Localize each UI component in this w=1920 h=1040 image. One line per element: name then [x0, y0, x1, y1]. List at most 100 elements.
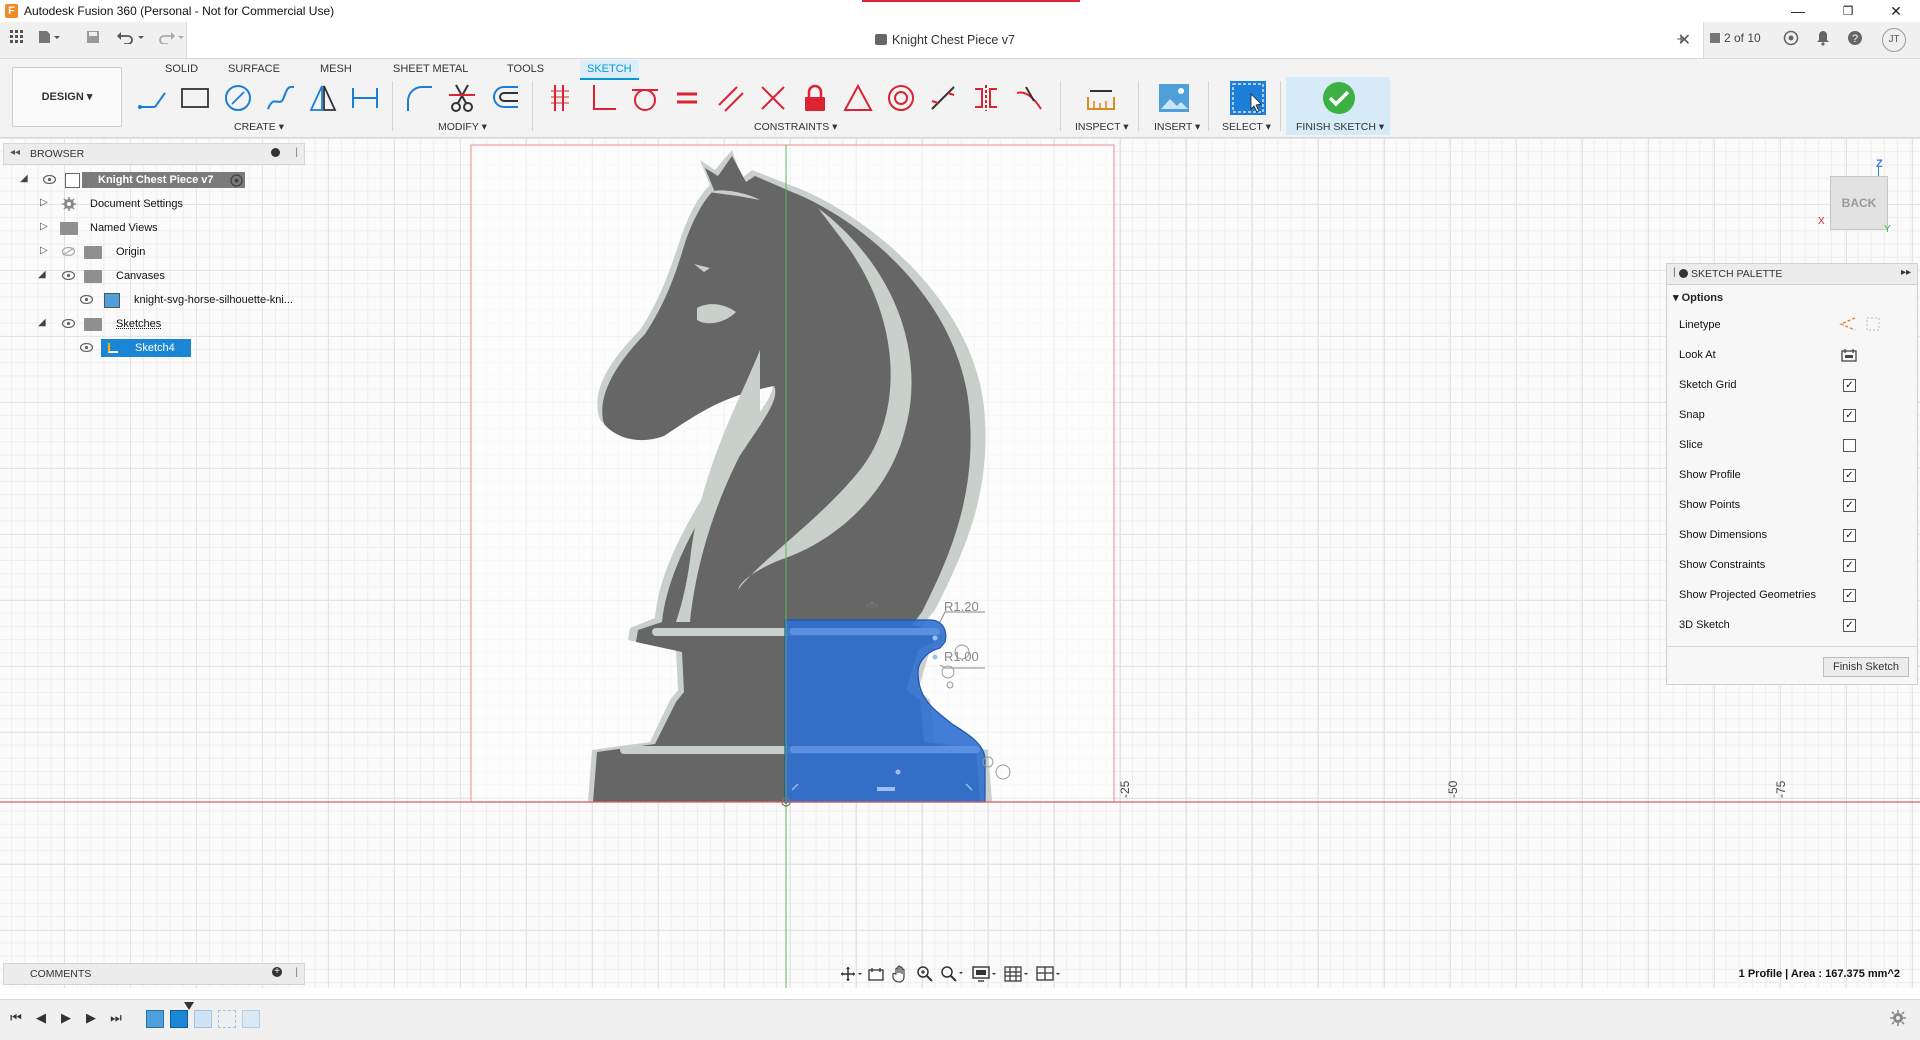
grid-settings-icon[interactable]	[1004, 965, 1032, 983]
construction-linetype-icon[interactable]	[1839, 316, 1857, 332]
tree-item-sketch4[interactable]: Sketch4	[18, 338, 308, 358]
insert-image-icon[interactable]	[1157, 81, 1191, 115]
rectangle-tool-icon[interactable]	[178, 81, 212, 115]
tab-tools[interactable]: TOOLS	[500, 60, 551, 78]
concentric-constraint-icon[interactable]	[884, 81, 918, 115]
step-back-icon[interactable]: ◀	[33, 1010, 49, 1026]
look-at-icon[interactable]	[1841, 347, 1857, 363]
tree-item-origin[interactable]: ▷ Origin	[18, 242, 308, 262]
tab-solid[interactable]: SOLID	[158, 60, 205, 78]
browser-root-node[interactable]: ◢ Knight Chest Piece v7	[18, 170, 308, 190]
timeline-marker-icon[interactable]	[184, 1002, 194, 1010]
curvature-constraint-icon[interactable]	[1012, 81, 1046, 115]
pan-hand-icon[interactable]	[892, 965, 908, 983]
perpendicular-lines-icon[interactable]	[756, 81, 790, 115]
timeline-settings-gear-icon[interactable]	[1890, 1010, 1906, 1026]
visibility-eye-icon[interactable]	[80, 343, 93, 352]
timeline-feature-icon[interactable]	[218, 1010, 236, 1028]
fillet-tool-icon[interactable]	[402, 81, 436, 115]
mirror-tool-icon[interactable]	[306, 81, 340, 115]
dimension-label-r100[interactable]: R1.00	[944, 649, 979, 664]
hidden-eye-icon[interactable]	[62, 247, 75, 256]
circle-tool-icon[interactable]	[221, 81, 255, 115]
show-profile-checkbox[interactable]: ✓	[1843, 469, 1856, 482]
snap-checkbox[interactable]: ✓	[1843, 409, 1856, 422]
palette-options-icon[interactable]	[1679, 269, 1688, 278]
create-menu[interactable]: CREATE ▾	[234, 121, 284, 133]
expand-triangle-icon[interactable]: ▷	[40, 221, 52, 235]
symmetry-constraint-icon[interactable]	[969, 81, 1003, 115]
show-constraints-checkbox[interactable]: ✓	[1843, 559, 1856, 572]
play-icon[interactable]: ▶	[58, 1010, 74, 1026]
go-to-start-icon[interactable]: ⏮	[8, 1010, 24, 1026]
visibility-eye-icon[interactable]	[43, 175, 56, 184]
constraints-menu[interactable]: CONSTRAINTS ▾	[754, 121, 837, 133]
timeline-feature-icon[interactable]	[194, 1010, 212, 1028]
sketch-palette-header[interactable]: | SKETCH PALETTE ▸▸	[1667, 264, 1917, 285]
undo-icon[interactable]	[116, 30, 144, 50]
panel-resize-icon[interactable]: |	[295, 967, 298, 978]
redo-icon[interactable]	[158, 30, 184, 50]
visibility-eye-icon[interactable]	[80, 295, 93, 304]
add-comment-icon[interactable]: +	[272, 967, 282, 977]
modify-menu[interactable]: MODIFY ▾	[438, 121, 487, 133]
minimize-button[interactable]: —	[1786, 2, 1810, 20]
maximize-button[interactable]: ❐	[1836, 2, 1860, 20]
slice-checkbox[interactable]	[1843, 439, 1856, 452]
orbit-icon[interactable]	[840, 966, 864, 982]
3d-sketch-checkbox[interactable]: ✓	[1843, 619, 1856, 632]
panel-resize-icon[interactable]: |	[295, 147, 298, 158]
save-icon[interactable]	[82, 30, 104, 50]
zoom-icon[interactable]	[916, 965, 934, 983]
file-menu-icon[interactable]	[38, 30, 60, 50]
online-status-icon[interactable]	[1780, 30, 1802, 50]
tab-surface[interactable]: SURFACE	[221, 60, 287, 78]
coincident-constraint-icon[interactable]	[543, 81, 577, 115]
dimension-tool-icon[interactable]	[348, 81, 382, 115]
timeline-canvas-feature-icon[interactable]	[146, 1010, 164, 1028]
expand-palette-icon[interactable]: ▸▸	[1901, 267, 1911, 278]
tree-item-canvas-image[interactable]: knight-svg-horse-silhouette-kni...	[18, 290, 308, 310]
perpendicular-constraint-icon[interactable]	[586, 81, 620, 115]
show-dimensions-checkbox[interactable]: ✓	[1843, 529, 1856, 542]
finish-sketch-icon[interactable]	[1319, 81, 1359, 115]
tree-item-document-settings[interactable]: ▷ Document Settings	[18, 194, 308, 214]
show-points-checkbox[interactable]: ✓	[1843, 499, 1856, 512]
sketch-grid-checkbox[interactable]: ✓	[1843, 379, 1856, 392]
show-projected-geometries-checkbox[interactable]: ✓	[1843, 589, 1856, 602]
options-section-toggle[interactable]: ▾ Options	[1673, 291, 1723, 304]
document-tab[interactable]: Knight Chest Piece v7 ✕	[186, 22, 1704, 58]
panel-grip-icon[interactable]: |	[1673, 267, 1676, 278]
timeline-sketch-feature-icon[interactable]	[170, 1010, 188, 1028]
measure-tool-icon[interactable]	[1084, 81, 1118, 115]
tangent-constraint-icon[interactable]	[628, 81, 662, 115]
collapse-triangle-icon[interactable]: ◢	[20, 173, 32, 187]
close-window-button[interactable]: ✕	[1884, 2, 1908, 20]
tab-sheet-metal[interactable]: SHEET METAL	[386, 60, 475, 78]
equal-constraint-icon[interactable]	[670, 81, 704, 115]
job-status[interactable]: 2 of 10	[1710, 31, 1761, 45]
comments-panel[interactable]: COMMENTS + |	[3, 963, 305, 985]
finish-sketch-button[interactable]: Finish Sketch	[1823, 657, 1909, 677]
help-icon[interactable]: ?	[1844, 30, 1866, 50]
dimension-label-r120[interactable]: R1.20	[944, 599, 979, 614]
workspace-switcher[interactable]: DESIGN ▾	[12, 67, 122, 127]
select-tool-icon[interactable]	[1228, 81, 1268, 115]
fit-zoom-icon[interactable]	[940, 965, 966, 983]
select-menu[interactable]: SELECT ▾	[1222, 121, 1271, 133]
tree-item-named-views[interactable]: ▷ Named Views	[18, 218, 308, 238]
timeline-feature-icon[interactable]	[242, 1010, 260, 1028]
fix-constraint-icon[interactable]	[798, 81, 832, 115]
notifications-icon[interactable]	[1812, 30, 1834, 50]
spline-tool-icon[interactable]	[264, 81, 298, 115]
activate-component-icon[interactable]	[230, 174, 243, 187]
finish-sketch-menu[interactable]: FINISH SKETCH ▾	[1296, 121, 1384, 133]
browser-panel-header[interactable]: ◂◂ BROWSER |	[3, 143, 305, 165]
app-grid-icon[interactable]	[6, 30, 28, 50]
line-tool-icon[interactable]	[135, 81, 169, 115]
user-avatar[interactable]: JT	[1882, 28, 1906, 52]
visibility-eye-icon[interactable]	[62, 319, 75, 328]
trim-tool-icon[interactable]	[445, 81, 479, 115]
step-forward-icon[interactable]: ▶	[83, 1010, 99, 1026]
tab-sketch[interactable]: SKETCH	[580, 60, 639, 80]
